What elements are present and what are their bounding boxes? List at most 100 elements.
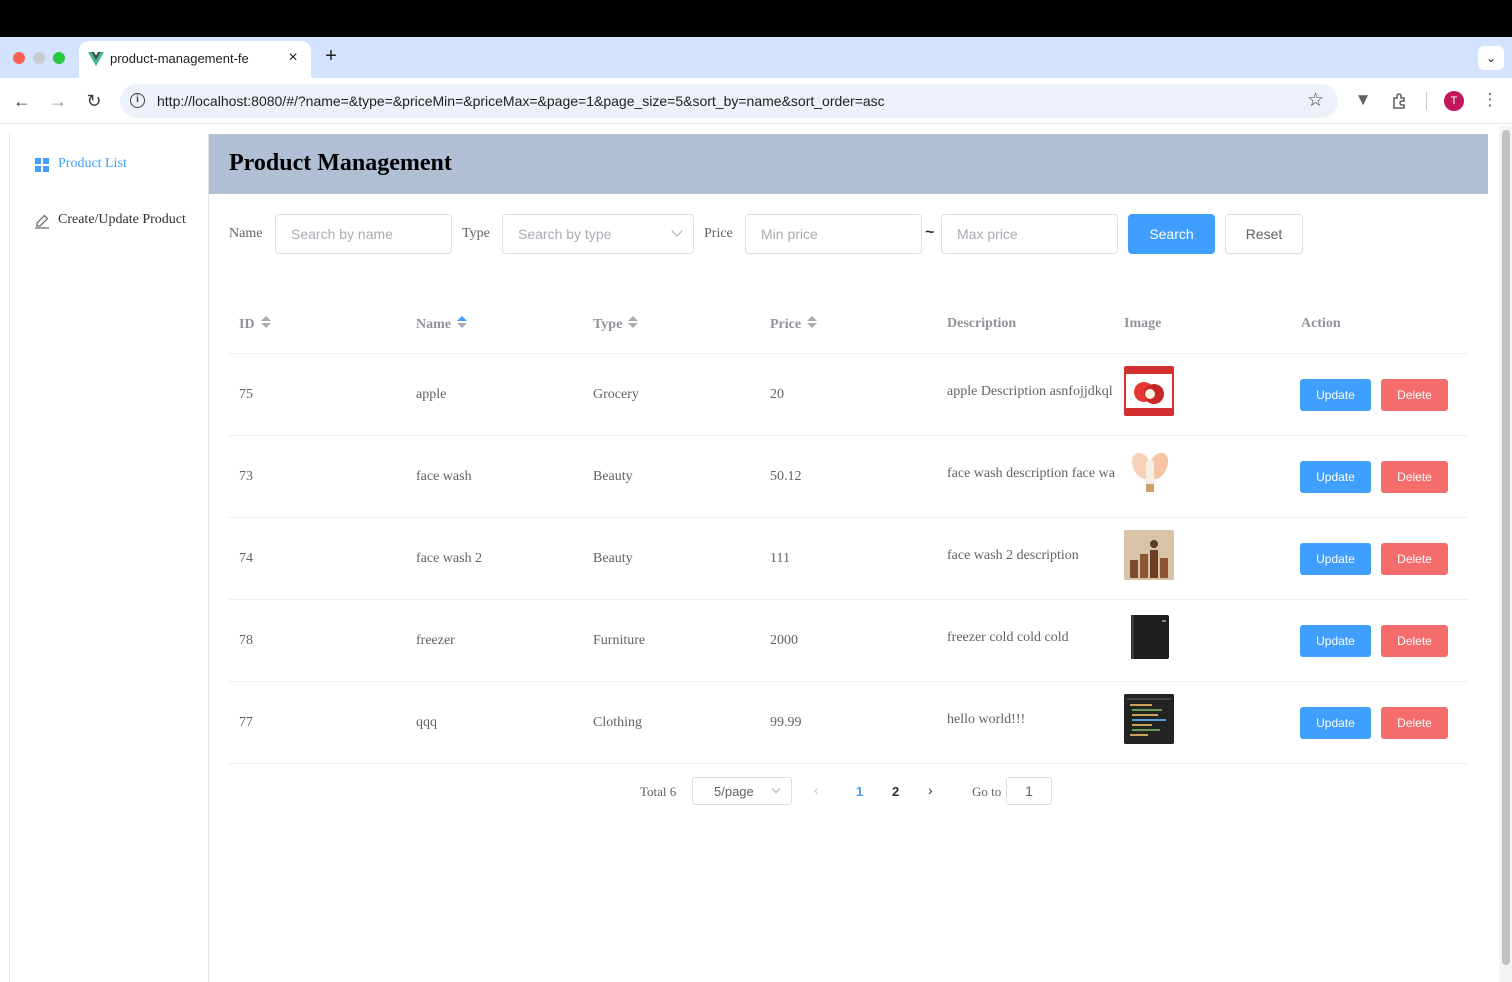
chevron-down-icon: ⌄ [1485, 51, 1497, 65]
site-info-icon[interactable]: i [130, 93, 145, 108]
sidebar-item-product-list[interactable]: Product List [10, 135, 209, 191]
table-row: 78 freezer Furniture 2000 freezer cold c… [229, 600, 1468, 682]
page-scrollbar[interactable] [1499, 126, 1512, 982]
cell-type: Grocery [593, 387, 639, 402]
column-header-type[interactable]: Type [593, 316, 639, 333]
chevron-down-icon [671, 225, 683, 237]
sort-icon[interactable] [628, 316, 639, 330]
update-button[interactable]: Update [1300, 379, 1371, 411]
url-text[interactable]: http://localhost:8080/#/?name=&type=&pri… [157, 93, 885, 109]
column-header-price[interactable]: Price [770, 316, 818, 333]
min-price-input[interactable]: Min price [745, 214, 922, 254]
cell-price: 111 [770, 551, 790, 566]
cell-price: 20 [770, 387, 784, 402]
page-number-2[interactable]: 2 [892, 784, 899, 799]
max-price-input[interactable]: Max price [941, 214, 1118, 254]
address-bar[interactable]: i http://localhost:8080/#/?name=&type=&p… [120, 84, 1338, 118]
price-range-separator: ~ [925, 224, 935, 241]
sidebar-item-create-update[interactable]: Create/Update Product [10, 191, 209, 247]
scrollbar-thumb[interactable] [1502, 130, 1510, 965]
extensions-icon[interactable] [1389, 90, 1411, 112]
grid-icon [35, 158, 49, 172]
update-button[interactable]: Update [1300, 543, 1371, 575]
sidebar-item-label: Create/Update Product [58, 212, 186, 227]
cell-description: hello world!!! [947, 712, 1026, 727]
cell-id: 74 [239, 551, 253, 566]
product-image-face-wash-2[interactable] [1124, 530, 1174, 580]
tab-close-icon[interactable]: × [283, 49, 303, 67]
cell-description: face wash description face wa [947, 466, 1115, 481]
update-button[interactable]: Update [1300, 707, 1371, 739]
sort-icon[interactable] [260, 316, 271, 330]
table-row: 75 apple Grocery 20 apple Description as… [229, 354, 1468, 436]
cell-id: 73 [239, 469, 253, 484]
bookmark-star-icon[interactable]: ☆ [1307, 89, 1324, 112]
cell-name: face wash 2 [416, 551, 483, 566]
goto-label: Go to [972, 784, 1002, 799]
delete-button[interactable]: Delete [1381, 707, 1448, 739]
browser-tab[interactable]: product-management-fe × [79, 41, 311, 78]
product-image-freezer[interactable] [1124, 612, 1174, 662]
reset-button[interactable]: Reset [1225, 214, 1303, 254]
min-price-placeholder: Min price [761, 226, 818, 242]
window-maximize-button[interactable] [53, 52, 65, 64]
cell-price: 2000 [770, 633, 798, 648]
window-minimize-button[interactable] [33, 52, 45, 64]
page-size-value: 5/page [714, 784, 754, 799]
cell-name: freezer [416, 633, 455, 648]
page-title: Product Management [229, 150, 452, 176]
cell-name: face wash [416, 469, 472, 484]
edit-icon [35, 214, 49, 229]
delete-button[interactable]: Delete [1381, 543, 1448, 575]
cell-id: 75 [239, 387, 253, 402]
goto-page-input[interactable]: 1 [1006, 777, 1052, 805]
product-image-face-wash[interactable] [1124, 448, 1174, 498]
sidebar-menu: Product List Create/Update Product [9, 134, 209, 982]
cell-id: 78 [239, 633, 253, 648]
new-tab-button[interactable]: + [320, 45, 342, 68]
page-header: Product Management [209, 134, 1488, 194]
cell-price: 99.99 [770, 715, 802, 730]
cell-description: freezer cold cold cold [947, 630, 1069, 645]
profile-avatar[interactable]: T [1444, 91, 1464, 111]
product-image-apple[interactable] [1124, 366, 1174, 416]
cell-description: face wash 2 description [947, 548, 1079, 563]
product-image-qqq[interactable] [1124, 694, 1174, 744]
tab-search-button[interactable]: ⌄ [1478, 46, 1504, 70]
window-close-button[interactable] [13, 52, 25, 64]
column-header-id[interactable]: ID [239, 316, 271, 333]
reload-icon[interactable]: ↻ [83, 90, 105, 112]
type-select[interactable]: Search by type [502, 214, 694, 254]
delete-button[interactable]: Delete [1381, 625, 1448, 657]
update-button[interactable]: Update [1300, 461, 1371, 493]
table-row: 73 face wash Beauty 50.12 face wash desc… [229, 436, 1468, 518]
tab-title: product-management-fe [110, 51, 249, 66]
forward-icon[interactable]: → [47, 90, 69, 112]
page-size-select[interactable]: 5/page [692, 777, 792, 805]
cell-description: apple Description asnfojjdkql [947, 384, 1113, 399]
back-icon[interactable]: ← [11, 90, 33, 112]
toolbar-divider [1426, 92, 1427, 110]
vue-logo-icon [88, 52, 104, 66]
search-button[interactable]: Search [1128, 214, 1215, 254]
next-page-icon[interactable]: › [928, 782, 933, 798]
name-search-input[interactable]: Search by name [275, 214, 452, 254]
column-header-name[interactable]: Name [416, 316, 467, 333]
page-number-1[interactable]: 1 [856, 784, 863, 799]
table-row: 74 face wash 2 Beauty 111 face wash 2 de… [229, 518, 1468, 600]
cell-price: 50.12 [770, 469, 802, 484]
table-header: ID Name Type Price Description Image Act… [229, 292, 1468, 354]
sort-icon[interactable] [457, 316, 467, 330]
cell-type: Clothing [593, 715, 643, 730]
table-row: 77 qqq Clothing 99.99 hello world!!! Upd… [229, 682, 1468, 764]
chevron-down-icon [771, 784, 781, 794]
name-search-placeholder: Search by name [291, 226, 393, 242]
delete-button[interactable]: Delete [1381, 379, 1448, 411]
vue-devtools-icon[interactable]: ▼ [1352, 90, 1374, 112]
delete-button[interactable]: Delete [1381, 461, 1448, 493]
more-menu-icon[interactable]: ⋮ [1479, 90, 1501, 112]
update-button[interactable]: Update [1300, 625, 1371, 657]
cell-type: Furniture [593, 633, 646, 648]
prev-page-icon[interactable]: ‹ [814, 782, 819, 798]
sort-icon[interactable] [807, 316, 818, 330]
